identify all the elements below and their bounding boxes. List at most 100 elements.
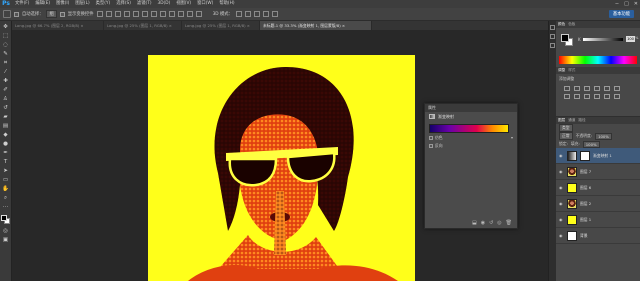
move-tool-icon[interactable]: ✥ [2,24,9,30]
distribute-right-icon[interactable] [195,11,202,17]
reverse-checkbox[interactable] [429,144,433,148]
distribute-bottom-icon[interactable] [168,11,175,17]
roll-3d-icon[interactable] [244,11,251,17]
eyedropper-tool-icon[interactable]: ⁄ [2,69,9,75]
history-panel-icon[interactable] [550,25,555,30]
color-panel-foreground[interactable] [561,34,569,42]
properties-panel-icon[interactable] [550,34,555,39]
align-left-icon[interactable] [123,11,130,17]
distribute-center-icon[interactable] [186,11,193,17]
history-brush-tool-icon[interactable]: ↺ [2,105,9,111]
hue-saturation-icon[interactable] [614,86,620,91]
layer-row[interactable]: ◉ 图层 1 [556,212,640,228]
foreground-color-swatch[interactable] [0,215,7,221]
gradient-tool-icon[interactable]: ▤ [2,123,9,129]
tab-channels[interactable]: 通道 [568,118,575,123]
healing-brush-tool-icon[interactable]: ✚ [2,78,9,84]
tab-paths[interactable]: 路径 [578,118,585,123]
tab-swatches[interactable]: 色板 [568,22,575,27]
distribute-left-icon[interactable] [177,11,184,17]
visibility-eye-icon[interactable]: ◉ [559,169,564,174]
reverse-option[interactable]: 反向 [425,143,517,149]
align-middle-icon[interactable] [105,11,112,17]
vibrance-icon[interactable] [604,86,610,91]
distribute-middle-icon[interactable] [159,11,166,17]
menu-filter[interactable]: 滤镜(T) [134,0,155,8]
pop-art-canvas[interactable] [148,55,415,281]
crop-tool-icon[interactable]: ⌗ [2,60,9,66]
move-tool-icon[interactable] [3,10,11,18]
menu-select[interactable]: 选择(S) [113,0,134,8]
doc-tab-active[interactable]: 未标题-1 @ 33.3% (渐变映射 1, 图层蒙版/8) × [260,21,372,30]
more-tools-icon[interactable]: ⋯ [2,204,9,210]
visibility-eye-icon[interactable]: ◉ [559,153,564,158]
layer-row[interactable]: ◉ 背景 [556,228,640,244]
opacity-input[interactable]: 100% [595,132,612,140]
workspace-dropdown[interactable]: 基本功能 [608,10,634,18]
auto-select-checkbox[interactable] [14,11,19,17]
color-spectrum[interactable] [559,56,637,64]
align-center-icon[interactable] [132,11,139,17]
dither-checkbox[interactable] [429,136,433,140]
gradient-dropdown-icon[interactable]: ▾ [511,135,513,140]
scale-3d-icon[interactable] [271,11,278,17]
layer-row[interactable]: ◉ 渐变映射 1 [556,148,640,164]
gradient-preview[interactable] [429,124,509,133]
layer-row[interactable]: ◉ 图层 6 [556,180,640,196]
color-balance-icon[interactable] [564,94,570,99]
menu-view[interactable]: 视图(V) [173,0,194,8]
layer-row[interactable]: ◉ 图层 2 [556,196,640,212]
visibility-icon[interactable]: ◎ [497,220,501,226]
layer-filter-dropdown[interactable]: 类型 [559,124,573,132]
tab-styles[interactable]: 样式 [568,68,575,73]
doc-tab-2[interactable]: Long.jpg @ 25% (图层 1, RGB/8) × [104,21,182,30]
info-panel-icon[interactable] [550,43,555,48]
hand-tool-icon[interactable]: ✋ [2,186,9,192]
menu-window[interactable]: 窗口(W) [194,0,216,8]
eraser-tool-icon[interactable]: ▰ [2,114,9,120]
drag-3d-icon[interactable] [253,11,260,17]
brightness-icon[interactable] [564,86,570,91]
visibility-eye-icon[interactable]: ◉ [559,201,564,206]
reset-icon[interactable]: ↺ [489,220,493,226]
blend-mode-dropdown[interactable]: 正常 [559,132,573,140]
type-tool-icon[interactable]: T [2,159,9,165]
close-button[interactable]: ✕ [634,0,638,8]
view-previous-icon[interactable]: ◉ [481,220,485,226]
distribute-top-icon[interactable] [150,11,157,17]
tab-color[interactable]: 颜色 [558,22,565,27]
slide-3d-icon[interactable] [262,11,269,17]
k-channel-value[interactable]: 100 [626,36,635,42]
quick-mask-icon[interactable]: ◎ [2,228,9,234]
invert-icon[interactable] [614,94,620,99]
menu-help[interactable]: 帮助(H) [216,0,237,8]
lasso-tool-icon[interactable]: ◌ [2,42,9,48]
clip-to-layer-icon[interactable]: ⬓ [472,220,477,226]
blur-tool-icon[interactable]: ◆ [2,132,9,138]
photo-filter-icon[interactable] [584,94,590,99]
delete-icon[interactable]: 🗑 [506,220,512,226]
curves-icon[interactable] [584,86,590,91]
clone-stamp-tool-icon[interactable]: ♙ [2,96,9,102]
black-white-icon[interactable] [574,94,580,99]
dither-option[interactable]: 仿色 [425,135,517,141]
k-channel-slider[interactable] [583,38,623,41]
marquee-tool-icon[interactable]: ⬚ [2,33,9,39]
zoom-tool-icon[interactable]: ⌕ [2,195,9,201]
visibility-eye-icon[interactable]: ◉ [559,217,564,222]
doc-tab-1[interactable]: Long.jpg @ 66.7% (图层 2, RGB/8) × [12,21,104,30]
menu-3d[interactable]: 3D(D) [155,0,174,8]
quick-select-tool-icon[interactable]: ✎ [2,51,9,57]
screen-mode-icon[interactable]: ▣ [2,237,9,243]
pen-tool-icon[interactable]: ✒ [2,150,9,156]
channel-mixer-icon[interactable] [594,94,600,99]
color-swatches[interactable] [0,215,11,225]
menu-file[interactable]: 文件(F) [12,0,32,8]
tab-layers[interactable]: 图层 [558,118,565,123]
align-top-icon[interactable] [96,11,103,17]
align-right-icon[interactable] [141,11,148,17]
dodge-tool-icon[interactable]: ● [2,141,9,147]
brush-tool-icon[interactable]: ✐ [2,87,9,93]
menu-layer[interactable]: 图层(L) [72,0,92,8]
color-lookup-icon[interactable] [604,94,610,99]
